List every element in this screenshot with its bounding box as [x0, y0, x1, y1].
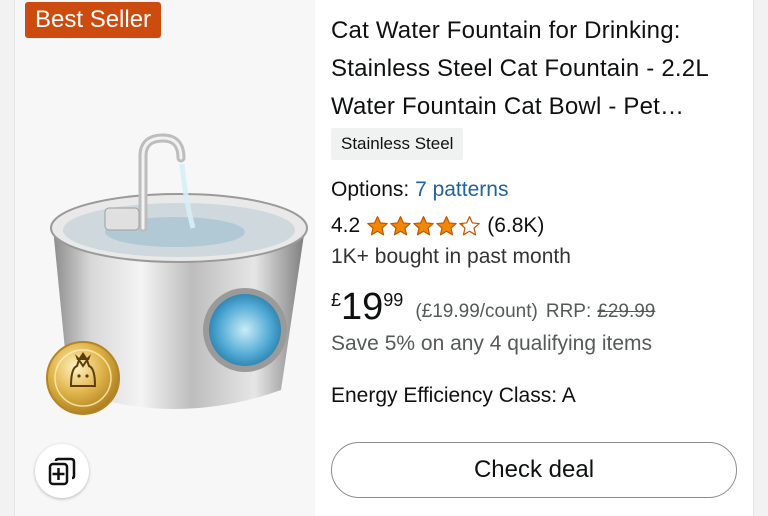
rrp-value: £29.99 [597, 301, 656, 322]
price-whole: 19 [341, 286, 384, 328]
rating-row[interactable]: 4.2 (6.8K) [331, 212, 544, 240]
product-title[interactable]: Cat Water Fountain for Drinking: Stainle… [331, 12, 741, 126]
star-icon [390, 216, 411, 236]
product-image-panel[interactable]: Best Seller [15, 0, 315, 516]
unit-price: (£19.99/count) [415, 301, 538, 322]
options-label: Options: [331, 178, 410, 201]
compare-add-icon [48, 457, 76, 486]
star-icon [459, 216, 480, 236]
rating-count[interactable]: (6.8K) [487, 212, 544, 240]
rrp-label: RRP: [545, 301, 592, 322]
price-fraction: 99 [383, 290, 404, 310]
price-row: £ 19 99 (£19.99/count) RRP: £29.99 [331, 286, 655, 330]
variant-chip: Stainless Steel [331, 128, 464, 160]
options-link[interactable]: 7 patterns [415, 178, 508, 201]
bought-count: 1K+ bought in past month [331, 245, 571, 268]
check-deal-button[interactable]: Check deal [331, 442, 737, 498]
product-card[interactable]: Best Seller Cat Water Fountain for Drink… [14, 0, 754, 516]
compare-button[interactable] [35, 444, 89, 498]
product-image[interactable] [25, 128, 315, 428]
cat-seal-icon [46, 341, 120, 415]
best-seller-badge: Best Seller [25, 2, 162, 38]
savings-text: Save 5% on any 4 qualifying items [331, 332, 653, 355]
options-row: Options: 7 patterns [331, 176, 508, 204]
energy-class[interactable]: Energy Efficiency Class: A [331, 382, 576, 410]
rating-stars [366, 215, 481, 237]
star-icon [367, 216, 388, 236]
rating-value: 4.2 [331, 214, 361, 237]
star-icon [436, 216, 457, 236]
star-icon [413, 216, 434, 236]
price-currency: £ [331, 290, 342, 310]
